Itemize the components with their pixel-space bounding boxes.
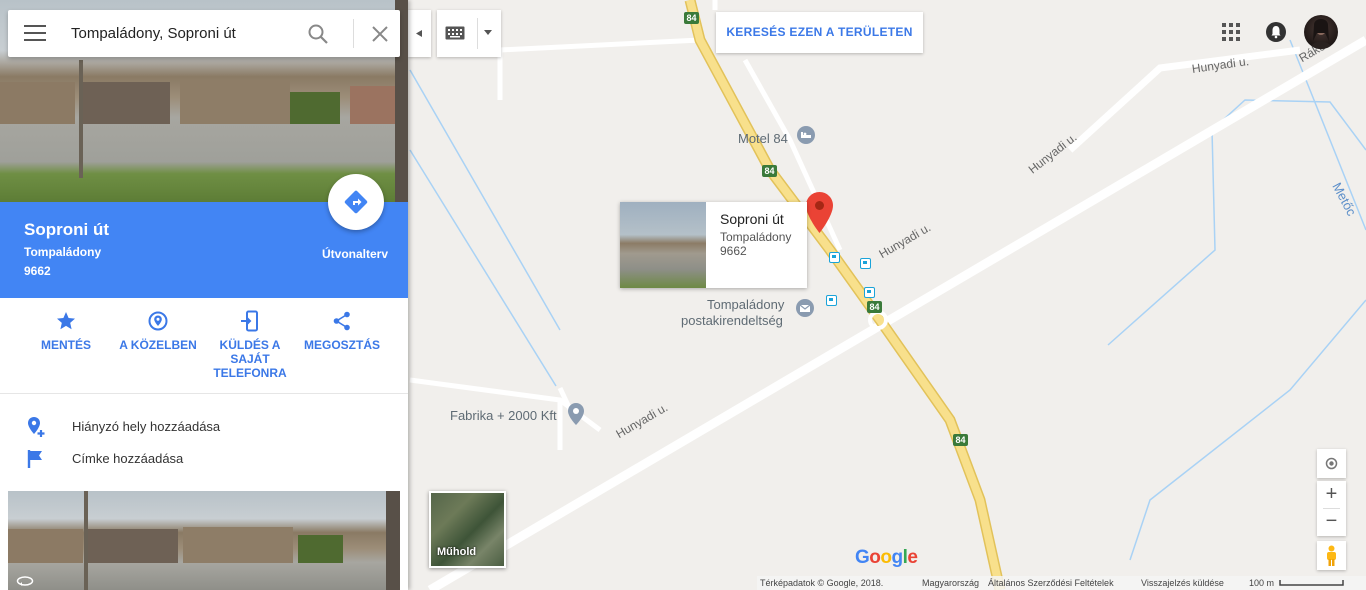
flag-icon bbox=[27, 450, 42, 468]
add-label-label: Címke hozzáadása bbox=[72, 451, 184, 466]
add-place-icon bbox=[28, 417, 45, 437]
selected-place-pin-icon[interactable] bbox=[806, 192, 833, 233]
scale-label[interactable]: 100 m bbox=[1249, 578, 1274, 588]
feedback-link[interactable]: Visszajelzés küldése bbox=[1141, 578, 1224, 588]
share-icon bbox=[333, 311, 350, 331]
hotel-icon[interactable] bbox=[797, 126, 815, 144]
highway-shield: 84 bbox=[762, 165, 777, 177]
search-input[interactable] bbox=[71, 20, 301, 47]
mail-icon[interactable] bbox=[796, 299, 814, 317]
map-copyright: Térképadatok © Google, 2018. bbox=[760, 578, 884, 588]
poi-fabrika-label[interactable]: Fabrika + 2000 Kft bbox=[450, 408, 557, 423]
place-city: Tompaládony bbox=[24, 245, 102, 259]
card-zip: 9662 bbox=[720, 244, 747, 258]
share-button[interactable]: MEGOSZTÁS bbox=[302, 310, 382, 352]
street-view-360-icon[interactable] bbox=[16, 575, 34, 587]
send-to-phone-button[interactable]: KÜLDÉS A SAJÁT TELEFONRA bbox=[210, 310, 290, 380]
bus-stop-icon[interactable] bbox=[826, 295, 837, 306]
street-view-pegman[interactable] bbox=[1317, 541, 1346, 570]
google-logo: Google bbox=[855, 547, 918, 568]
place-photo[interactable] bbox=[8, 491, 400, 590]
place-thumbnail[interactable] bbox=[620, 202, 706, 288]
directions-button[interactable] bbox=[328, 174, 384, 230]
divider bbox=[477, 18, 478, 49]
place-zip: 9662 bbox=[24, 264, 51, 278]
account-avatar[interactable] bbox=[1304, 15, 1338, 49]
search-icon[interactable] bbox=[306, 22, 330, 46]
menu-button[interactable] bbox=[24, 25, 46, 43]
card-title: Soproni út bbox=[720, 211, 784, 227]
pegman-icon bbox=[1327, 545, 1336, 566]
send-to-phone-icon bbox=[241, 310, 258, 332]
zoom-control: + − bbox=[1317, 481, 1346, 536]
caret-left-icon bbox=[416, 30, 422, 37]
satellite-label: Műhold bbox=[437, 546, 477, 558]
terms-link[interactable]: Általános Szerződési Feltételek bbox=[988, 578, 1114, 588]
place-marker-icon[interactable] bbox=[568, 403, 584, 425]
highway-shield: 84 bbox=[684, 12, 699, 24]
nearby-label: A KÖZELBEN bbox=[119, 338, 197, 352]
star-icon bbox=[57, 312, 75, 330]
close-icon[interactable] bbox=[369, 23, 391, 45]
add-missing-place-label: Hiányzó hely hozzáadása bbox=[72, 419, 221, 434]
send-to-phone-label: KÜLDÉS A SAJÁT TELEFONRA bbox=[213, 338, 287, 380]
highway-shield: 84 bbox=[867, 301, 882, 313]
search-this-area-button[interactable]: KERESÉS EZEN A TERÜLETEN bbox=[716, 12, 923, 53]
bus-stop-icon[interactable] bbox=[864, 287, 875, 298]
my-location-button[interactable] bbox=[1317, 449, 1346, 478]
highway-shield: 84 bbox=[953, 434, 968, 446]
input-tools-button[interactable] bbox=[437, 10, 501, 57]
share-label: MEGOSZTÁS bbox=[303, 338, 380, 352]
zoom-out-button[interactable]: − bbox=[1317, 508, 1346, 535]
directions-icon bbox=[344, 190, 368, 214]
country-link[interactable]: Magyarország bbox=[922, 578, 979, 588]
search-box bbox=[8, 10, 400, 57]
zoom-in-button[interactable]: + bbox=[1317, 481, 1346, 508]
map-footer: Térképadatok © Google, 2018. Magyarorszá… bbox=[757, 576, 1366, 590]
poi-post-office-line1[interactable]: Tompaládony bbox=[707, 297, 784, 312]
my-location-icon bbox=[1325, 457, 1338, 470]
nearby-icon bbox=[148, 311, 168, 331]
nearby-button[interactable]: A KÖZELBEN bbox=[118, 310, 198, 352]
place-preview-card[interactable]: Soproni út Tompaládony 9662 bbox=[620, 202, 807, 288]
bus-stop-icon[interactable] bbox=[829, 252, 840, 263]
side-panel: Soproni út Tompaládony 9662 Útvonalterv … bbox=[0, 0, 408, 590]
satellite-layer-toggle[interactable]: Műhold bbox=[429, 491, 506, 568]
add-label-link[interactable]: Címke hozzáadása bbox=[0, 448, 408, 472]
save-label: MENTÉS bbox=[40, 338, 91, 352]
collapse-panel-button[interactable] bbox=[408, 10, 431, 57]
place-title: Soproni út bbox=[24, 220, 109, 239]
action-bar: MENTÉS A KÖZELBEN KÜLDÉS A SAJÁT TELEFON… bbox=[0, 298, 408, 394]
notifications-bell-icon[interactable] bbox=[1266, 22, 1286, 42]
directions-label[interactable]: Útvonalterv bbox=[322, 247, 388, 261]
card-city: Tompaládony bbox=[720, 230, 792, 244]
bus-stop-icon[interactable] bbox=[860, 258, 871, 269]
keyboard-icon bbox=[445, 26, 465, 40]
poi-post-office-line2[interactable]: postakirendeltség bbox=[681, 313, 783, 328]
poi-motel-label[interactable]: Motel 84 bbox=[738, 131, 788, 146]
scale-bar bbox=[1279, 580, 1344, 586]
save-button[interactable]: MENTÉS bbox=[26, 310, 106, 352]
apps-grid-icon[interactable] bbox=[1222, 23, 1240, 41]
caret-down-icon[interactable] bbox=[483, 30, 493, 36]
add-missing-place-link[interactable]: Hiányzó hely hozzáadása bbox=[0, 416, 408, 440]
divider bbox=[353, 19, 354, 48]
